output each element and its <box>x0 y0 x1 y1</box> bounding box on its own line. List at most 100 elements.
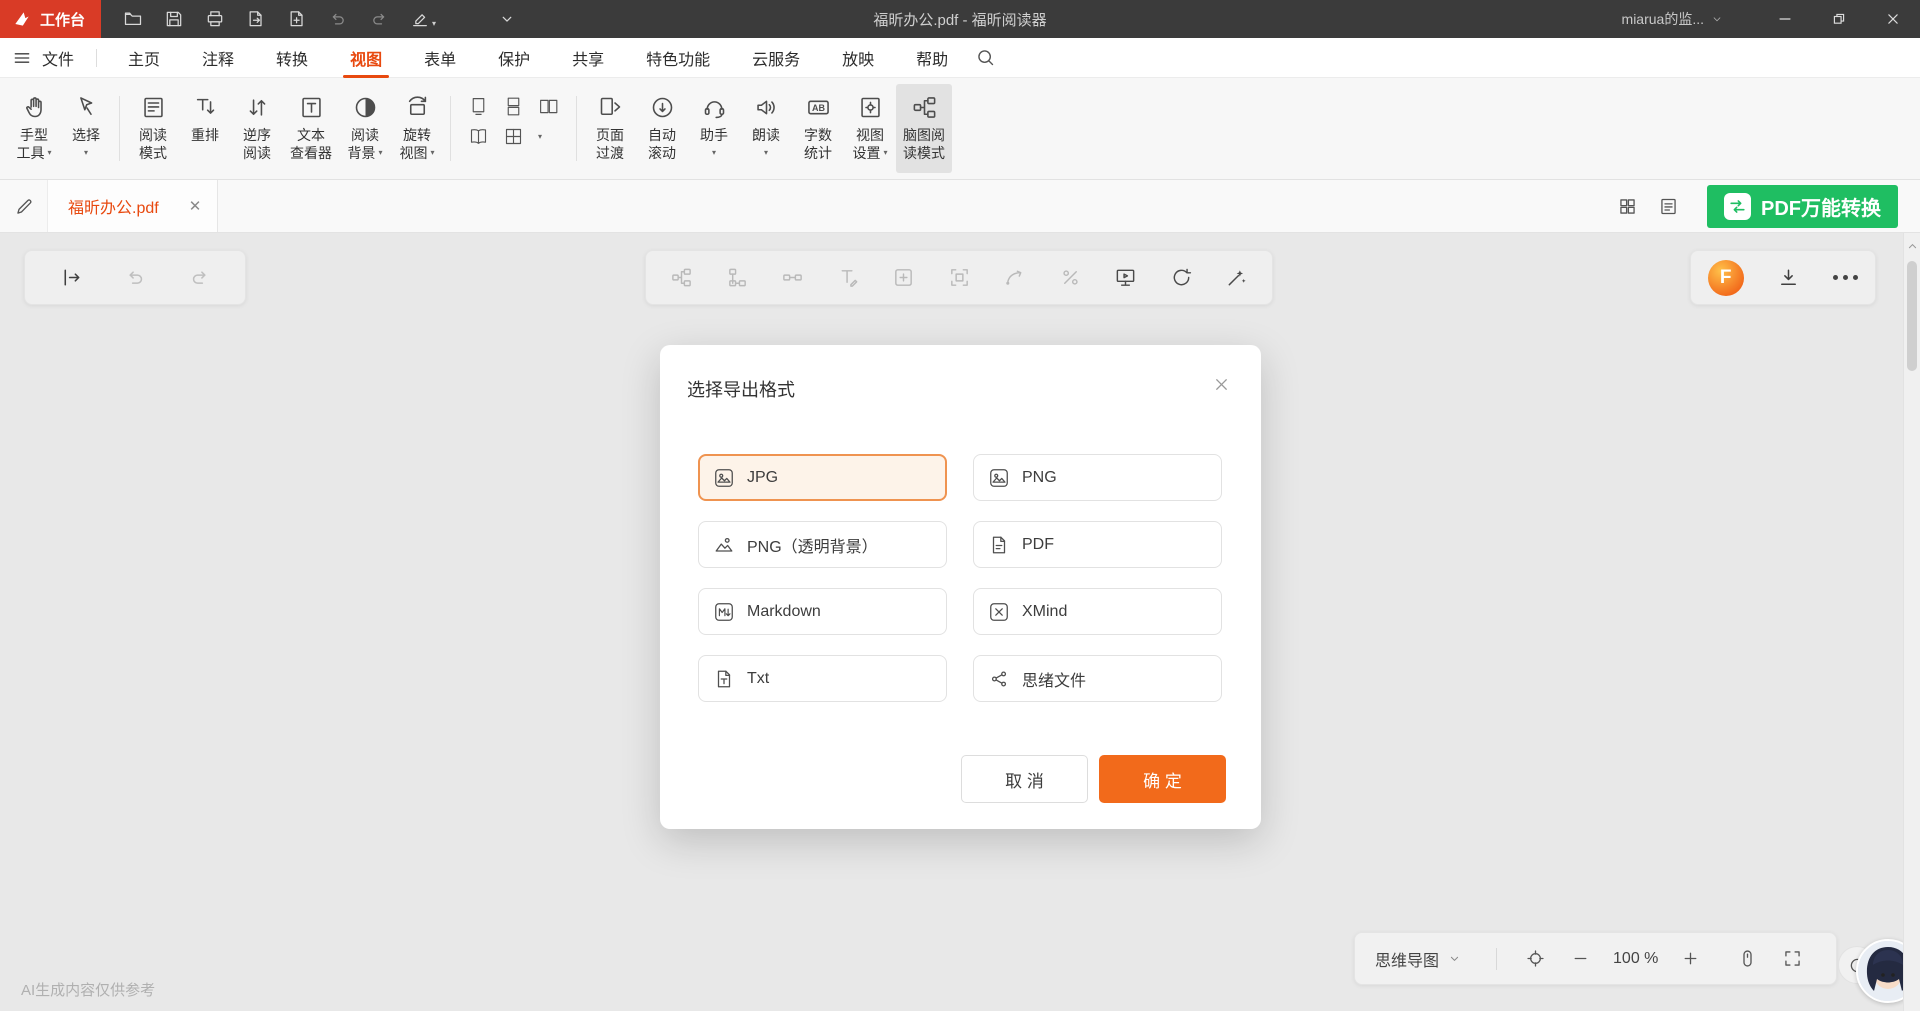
tab-protect[interactable]: 保护 <box>477 38 551 78</box>
vertical-scrollbar[interactable] <box>1903 233 1920 1011</box>
tab-features[interactable]: 特色功能 <box>625 38 731 78</box>
format-option-xmind[interactable]: XMind <box>973 588 1222 635</box>
toolbar-expand-icon[interactable] <box>497 9 517 29</box>
format-option-mind-file[interactable]: 思绪文件 <box>973 655 1222 702</box>
redo-icon[interactable] <box>188 266 211 289</box>
add-node-icon[interactable] <box>670 266 693 289</box>
tab-form[interactable]: 表单 <box>403 38 477 78</box>
ribbon-label: 朗读 <box>752 126 780 144</box>
pdf-convert-button[interactable]: PDF万能转换 <box>1707 185 1898 228</box>
ribbon-read-mode[interactable]: 阅读 模式 <box>127 84 179 173</box>
tab-present[interactable]: 放映 <box>821 38 895 78</box>
format-option-markdown[interactable]: Markdown <box>698 588 947 635</box>
relation-line-icon[interactable] <box>1003 266 1026 289</box>
ribbon-reverse-read[interactable]: 逆序 阅读 <box>231 84 283 173</box>
insert-summary-icon[interactable] <box>1059 266 1082 289</box>
ribbon-reflow[interactable]: 重排 <box>179 84 231 173</box>
new-file-icon[interactable] <box>287 9 307 29</box>
tab-comment[interactable]: 注释 <box>181 38 255 78</box>
dialog-close-button[interactable] <box>1209 372 1233 396</box>
cancel-button[interactable]: 取 消 <box>961 755 1088 803</box>
ribbon-view-settings[interactable]: 视图 设置▾ <box>844 84 896 173</box>
view-controls-bar: 思维导图 100 % <box>1354 932 1837 985</box>
format-option-pdf[interactable]: PDF <box>973 521 1222 568</box>
open-folder-icon[interactable] <box>123 9 143 29</box>
chevron-down-icon: ▾ <box>378 144 382 162</box>
collapse-sidebar-icon[interactable] <box>60 266 83 289</box>
menu-file[interactable]: 文件 <box>42 46 74 70</box>
ribbon-assistant[interactable]: 助手 ▾ <box>688 84 740 173</box>
ribbon-auto-scroll[interactable]: 自动 滚动 <box>636 84 688 173</box>
undo-icon[interactable] <box>124 266 147 289</box>
restore-button[interactable] <box>1812 0 1866 38</box>
ribbon-mindmap-mode[interactable]: 脑图阅 读模式 <box>896 84 952 173</box>
pen-tool-button[interactable]: ▾ <box>410 9 436 29</box>
ribbon-select[interactable]: 选择 ▾ <box>60 84 112 173</box>
foxit-member-badge[interactable]: F <box>1708 260 1744 296</box>
chevron-down-icon[interactable]: ▾ <box>538 132 542 141</box>
hamburger-menu-icon[interactable] <box>12 48 32 68</box>
titlebar: 工作台 ▾ 福昕办公.pdf - 福昕阅读器 miarua的监... <box>0 0 1920 38</box>
refresh-layout-icon[interactable] <box>1170 266 1193 289</box>
add-child-node-icon[interactable] <box>781 266 804 289</box>
ai-beautify-wand-icon[interactable] <box>1225 266 1248 289</box>
fullscreen-icon[interactable] <box>1782 948 1803 969</box>
minimize-button[interactable] <box>1758 0 1812 38</box>
add-sibling-node-icon[interactable] <box>726 266 749 289</box>
convert-badge-icon <box>1724 193 1751 220</box>
annotate-pencil-icon[interactable] <box>14 196 35 217</box>
confirm-button[interactable]: 确 定 <box>1099 755 1226 803</box>
ribbon-page-transition[interactable]: 页面 过渡 <box>584 84 636 173</box>
locate-center-icon[interactable] <box>1525 948 1546 969</box>
tab-view[interactable]: 视图 <box>329 38 403 78</box>
presentation-icon[interactable] <box>1114 266 1137 289</box>
facing-pages-icon[interactable] <box>538 96 559 117</box>
zoom-in-icon[interactable] <box>1680 948 1701 969</box>
document-tab[interactable]: 福昕办公.pdf ✕ <box>47 180 218 232</box>
canvas-left-panel <box>24 250 246 305</box>
zoom-out-icon[interactable] <box>1570 948 1591 969</box>
ribbon-label: 阅读 <box>351 126 379 144</box>
undo-icon[interactable] <box>328 9 348 29</box>
document-list-icon[interactable] <box>1658 196 1679 217</box>
save-icon[interactable] <box>164 9 184 29</box>
close-button[interactable] <box>1866 0 1920 38</box>
edit-text-icon[interactable] <box>837 266 860 289</box>
ribbon-read-background[interactable]: 阅读 背景▾ <box>339 84 391 173</box>
download-icon[interactable] <box>1777 266 1800 289</box>
tab-help[interactable]: 帮助 <box>895 38 969 78</box>
continuous-page-icon[interactable] <box>503 96 524 117</box>
format-option-txt[interactable]: Txt <box>698 655 947 702</box>
ribbon-hand-tool[interactable]: 手型 工具▾ <box>8 84 60 173</box>
book-view-icon[interactable] <box>468 126 489 147</box>
thumbnail-grid-icon[interactable] <box>1617 196 1638 217</box>
format-option-png[interactable]: PNG <box>973 454 1222 501</box>
account-menu[interactable]: miarua的监... <box>1622 9 1724 29</box>
tab-close-icon[interactable]: ✕ <box>189 197 202 215</box>
mouse-mode-icon[interactable] <box>1737 948 1758 969</box>
format-option-png-transparent[interactable]: PNG（透明背景） <box>698 521 947 568</box>
search-icon[interactable] <box>975 47 996 68</box>
screenshot-icon[interactable] <box>948 266 971 289</box>
format-option-jpg[interactable]: JPG <box>698 454 947 501</box>
insert-icon[interactable] <box>892 266 915 289</box>
workspace-button[interactable]: 工作台 <box>0 0 101 38</box>
export-icon[interactable] <box>246 9 266 29</box>
tab-cloud[interactable]: 云服务 <box>731 38 821 78</box>
redo-icon[interactable] <box>369 9 389 29</box>
view-mode-select[interactable]: 思维导图 <box>1375 947 1462 971</box>
print-icon[interactable] <box>205 9 225 29</box>
split-view-icon[interactable] <box>503 126 524 147</box>
single-page-icon[interactable] <box>468 96 489 117</box>
ribbon-read-aloud[interactable]: 朗读 ▾ <box>740 84 792 173</box>
scroll-up-icon[interactable] <box>1905 239 1920 254</box>
tab-home[interactable]: 主页 <box>107 38 181 78</box>
tab-share[interactable]: 共享 <box>551 38 625 78</box>
ribbon-word-count[interactable]: AB 字数 统计 <box>792 84 844 173</box>
scrollbar-thumb[interactable] <box>1907 261 1917 371</box>
image-icon <box>988 467 1010 489</box>
more-options-icon[interactable] <box>1833 275 1858 280</box>
ribbon-text-viewer[interactable]: 文本 查看器 <box>283 84 339 173</box>
tab-convert[interactable]: 转换 <box>255 38 329 78</box>
ribbon-rotate-view[interactable]: 旋转 视图▾ <box>391 84 443 173</box>
